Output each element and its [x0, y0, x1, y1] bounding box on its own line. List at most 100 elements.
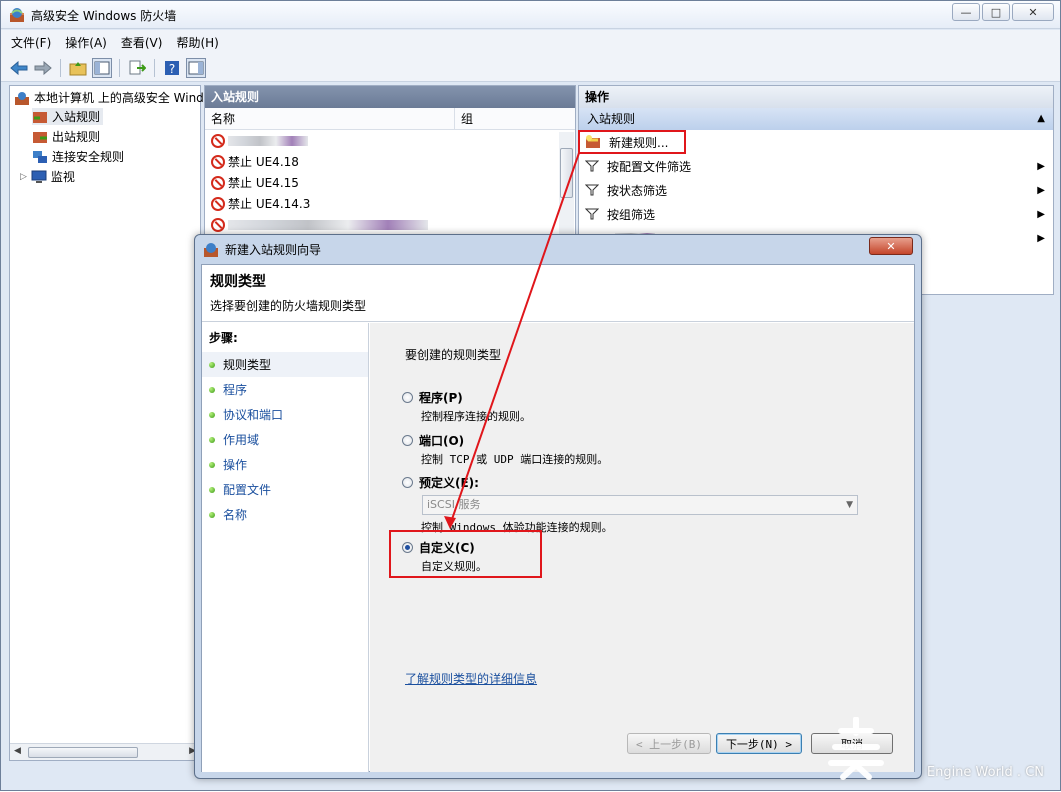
option-title: 预定义(E):: [419, 476, 479, 490]
step-name[interactable]: 名称: [202, 502, 368, 527]
forward-button[interactable]: [33, 58, 53, 78]
rules-pane: 入站规则 名称 组 禁止 UE4.18 禁止 UE4.15 禁止 UE4.14.…: [204, 85, 576, 245]
option-desc: 控制程序连接的规则。: [421, 410, 531, 423]
dialog-subheading: 选择要创建的防火墙规则类型: [210, 299, 367, 313]
radio-predefined[interactable]: [402, 477, 413, 488]
back-button[interactable]: < 上一步(B): [627, 733, 711, 754]
actions-section-label: 入站规则: [587, 112, 636, 126]
menu-view[interactable]: 查看(V): [121, 34, 163, 51]
step-dot-icon: [209, 486, 215, 493]
up-folder-button[interactable]: [68, 58, 88, 78]
option-port[interactable]: 端口(O) 控制 TCP 或 UDP 端口连接的规则。: [402, 432, 608, 467]
menu-action[interactable]: 操作(A): [65, 34, 107, 51]
rule-row[interactable]: [205, 130, 575, 151]
step-action[interactable]: 操作: [202, 452, 368, 477]
step-label: 规则类型: [223, 358, 272, 372]
show-tree-button[interactable]: [92, 57, 112, 78]
tree-item-inbound[interactable]: 入站规则: [32, 108, 104, 125]
tree-item-monitor[interactable]: ▷ 监视: [20, 168, 75, 185]
submenu-arrow-icon: ▶: [1037, 208, 1045, 220]
radio-port[interactable]: [402, 435, 413, 446]
step-rule-type[interactable]: 规则类型: [202, 352, 368, 377]
step-label: 操作: [223, 458, 248, 472]
action-label: 按配置文件筛选: [607, 159, 692, 174]
step-dot-icon: [209, 461, 215, 468]
firewall-icon: [15, 91, 29, 105]
toolbar-separator: [119, 58, 120, 77]
toolbar-separator: [154, 58, 155, 77]
monitor-icon: [31, 170, 47, 183]
close-button[interactable]: ✕: [1012, 3, 1054, 21]
tree-item-outbound[interactable]: 出站规则: [32, 128, 100, 145]
firewall-icon: [10, 8, 24, 22]
minimize-button[interactable]: —: [952, 3, 980, 21]
column-group[interactable]: 组: [455, 108, 473, 129]
action-filter-group[interactable]: 按组筛选 ▶: [579, 202, 1053, 226]
submenu-arrow-icon: ▶: [1037, 160, 1045, 172]
tree-item-connection-security[interactable]: 连接安全规则: [32, 148, 124, 165]
scroll-thumb[interactable]: [560, 148, 573, 198]
rule-name: 禁止 UE4.14.3: [228, 197, 311, 211]
connection-security-icon: [33, 150, 47, 163]
block-icon: [211, 217, 225, 232]
close-icon: ✕: [886, 239, 896, 253]
step-program[interactable]: 程序: [202, 377, 368, 402]
export-button[interactable]: [127, 58, 147, 78]
actions-section-inbound[interactable]: 入站规则 ▲: [579, 108, 1053, 130]
show-action-pane-button[interactable]: [186, 57, 206, 78]
collapse-icon[interactable]: ▲: [1037, 108, 1045, 130]
filter-icon: [585, 160, 599, 172]
predefined-select-value: iSCSI 服务: [427, 498, 481, 511]
option-program[interactable]: 程序(P) 控制程序连接的规则。: [402, 389, 531, 424]
option-predefined[interactable]: 预定义(E):: [402, 474, 479, 491]
watermark-logo: [828, 717, 884, 780]
predefined-select[interactable]: iSCSI 服务 ▼: [422, 495, 858, 515]
step-profile[interactable]: 配置文件: [202, 477, 368, 502]
tree-root[interactable]: 本地计算机 上的高级安全 Wind: [14, 89, 204, 106]
scroll-thumb[interactable]: [28, 747, 138, 758]
close-icon: ✕: [1028, 5, 1038, 19]
menu-help[interactable]: 帮助(H): [176, 34, 218, 51]
step-scope[interactable]: 作用域: [202, 427, 368, 452]
maximize-button[interactable]: □: [982, 3, 1010, 21]
expand-icon[interactable]: ▷: [20, 172, 27, 182]
step-label: 程序: [223, 383, 248, 397]
steps-label: 步骤:: [209, 331, 238, 345]
block-icon: [211, 175, 225, 190]
dialog-heading: 规则类型: [210, 274, 266, 290]
rule-name: 禁止 UE4.18: [228, 155, 299, 169]
action-filter-profile[interactable]: 按配置文件筛选 ▶: [579, 154, 1053, 178]
wizard-steps: 步骤: 规则类型 程序 协议和端口 作用域 操作 配置文件 名称: [202, 323, 369, 772]
scroll-left-icon[interactable]: ◀: [14, 746, 21, 756]
window-title: 高级安全 Windows 防火墙: [31, 9, 177, 23]
learn-more-link[interactable]: 了解规则类型的详细信息: [405, 670, 537, 687]
rule-row[interactable]: 禁止 UE4.18: [205, 151, 575, 172]
block-icon: [211, 154, 225, 169]
tree-item-label: 连接安全规则: [52, 150, 125, 164]
dialog-close-button[interactable]: ✕: [869, 237, 913, 255]
back-button[interactable]: [9, 58, 29, 78]
radio-program[interactable]: [402, 392, 413, 403]
rule-row[interactable]: [205, 214, 575, 235]
option-title: 程序(P): [419, 391, 463, 405]
horizontal-scrollbar[interactable]: ◀ ▶: [10, 743, 200, 760]
actions-header: 操作: [579, 86, 1053, 108]
step-protocol-port[interactable]: 协议和端口: [202, 402, 368, 427]
column-name[interactable]: 名称: [205, 108, 455, 129]
vertical-scrollbar[interactable]: [559, 132, 574, 244]
menu-file[interactable]: 文件(F): [11, 34, 51, 51]
rule-row[interactable]: 禁止 UE4.15: [205, 172, 575, 193]
filter-icon: [585, 208, 599, 220]
step-dot-icon: [209, 436, 215, 443]
action-pane-icon: [188, 61, 204, 74]
step-label: 名称: [223, 508, 248, 522]
rule-row[interactable]: 禁止 UE4.14.3: [205, 193, 575, 214]
tree-root-label: 本地计算机 上的高级安全 Wind: [34, 91, 204, 105]
filter-icon: [585, 184, 599, 196]
help-button[interactable]: ?: [162, 58, 182, 78]
folder-up-icon: [69, 61, 87, 75]
next-button[interactable]: 下一步(N) >: [716, 733, 802, 754]
action-filter-state[interactable]: 按状态筛选 ▶: [579, 178, 1053, 202]
step-dot-icon: [209, 411, 215, 418]
step-dot-icon: [209, 361, 215, 368]
